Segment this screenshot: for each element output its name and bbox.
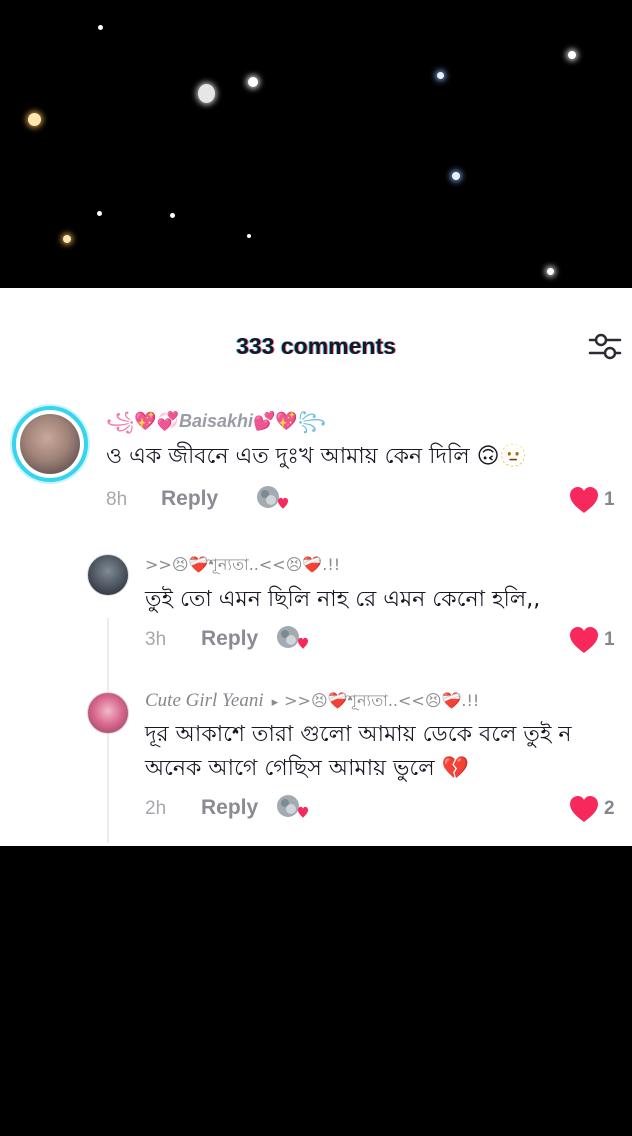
like-button[interactable]: 1 [568, 625, 615, 655]
reply-button[interactable]: Reply [201, 796, 258, 820]
comment-item: ꧁💖💞Baisakhi💕💖꧂ ও এক জীবনে এত দুঃখ আমায় … [0, 398, 632, 518]
comment-timestamp: 8h [106, 489, 128, 510]
avatar[interactable] [12, 406, 88, 482]
reply-item: >>😣❤️‍🩹শূন্যতা..<<😣❤️‍🩹.!! তুই তো এমন ছি… [0, 546, 632, 666]
comments-sheet: 333 comments ꧁💖💞Baisakhi💕💖꧂ ও এক জীবনে এ… [0, 288, 632, 846]
heart-icon [570, 487, 598, 513]
like-count: 2 [604, 798, 615, 819]
reply-to-arrow-icon: ▸ [271, 695, 279, 710]
star-decoration [452, 172, 460, 180]
star-decoration [28, 113, 41, 126]
star-decoration [63, 235, 71, 243]
star-decoration [247, 234, 251, 238]
username-decoration: ꧂ [297, 411, 326, 432]
like-button[interactable]: 1 [568, 485, 615, 515]
video-player-area[interactable] [0, 0, 632, 288]
creator-liked-icon [256, 484, 290, 512]
username-decoration: ꧁ [106, 411, 135, 432]
bottom-blank-area [0, 846, 632, 1136]
like-button[interactable]: 2 [568, 794, 615, 824]
like-count: 1 [604, 489, 615, 510]
username-decoration: 💕💖 [253, 411, 298, 432]
star-decoration [98, 25, 103, 30]
filter-sliders-icon[interactable] [588, 330, 622, 362]
star-decoration [248, 77, 258, 87]
reply-username[interactable]: Cute Girl Yeani ▸ >>😣❤️‍🩹শূন্যতা..<<😣❤️‍🩹.… [145, 688, 479, 715]
username-decoration: 💖💞 [134, 411, 179, 432]
avatar-photo [20, 414, 80, 474]
reply-text-line: দূর আকাশে তারা গুলো আমায় ডেকে বলে তুই ন [145, 722, 572, 747]
comment-text: ও এক জীবনে এত দুঃখ আমায় কেন দিলি 🙃🫥 [106, 444, 527, 469]
reply-button[interactable]: Reply [161, 487, 218, 511]
reply-timestamp: 3h [145, 629, 167, 650]
reply-username[interactable]: >>😣❤️‍🩹শূন্যতা..<<😣❤️‍🩹.!! [145, 552, 340, 579]
comment-count-title: 333 comments [236, 333, 396, 359]
screen: 333 comments ꧁💖💞Baisakhi💕💖꧂ ও এক জীবনে এ… [0, 0, 632, 1136]
like-count: 1 [604, 629, 615, 650]
reply-item: Cute Girl Yeani ▸ >>😣❤️‍🩹শূন্যতা..<<😣❤️‍🩹.… [0, 684, 632, 834]
creator-liked-icon [276, 624, 310, 652]
creator-liked-icon [276, 793, 310, 821]
star-decoration [547, 268, 554, 275]
username-text: Baisakhi [178, 411, 253, 431]
heart-icon [570, 627, 598, 653]
star-decoration [437, 72, 444, 79]
heart-icon [570, 796, 598, 822]
comments-header: 333 comments [0, 324, 632, 368]
comment-username[interactable]: ꧁💖💞Baisakhi💕💖꧂ [106, 408, 326, 444]
reply-to-name: >>😣❤️‍🩹শূন্যতা..<<😣❤️‍🩹.!! [284, 691, 480, 710]
avatar[interactable] [87, 692, 129, 734]
reply-text-line: অনেক আগে গেছিস আমায় ভুলে 💔 [145, 756, 470, 781]
star-decoration [97, 211, 102, 216]
reply-text: তুই তো এমন ছিলি নাহ রে এমন কেনো হলি,, [145, 587, 541, 612]
reply-timestamp: 2h [145, 798, 167, 819]
avatar[interactable] [87, 554, 129, 596]
reply-author-name: Cute Girl Yeani [145, 690, 264, 711]
star-decoration [568, 51, 576, 59]
reply-button[interactable]: Reply [201, 627, 258, 651]
star-decoration [198, 84, 215, 103]
star-decoration [170, 213, 175, 218]
